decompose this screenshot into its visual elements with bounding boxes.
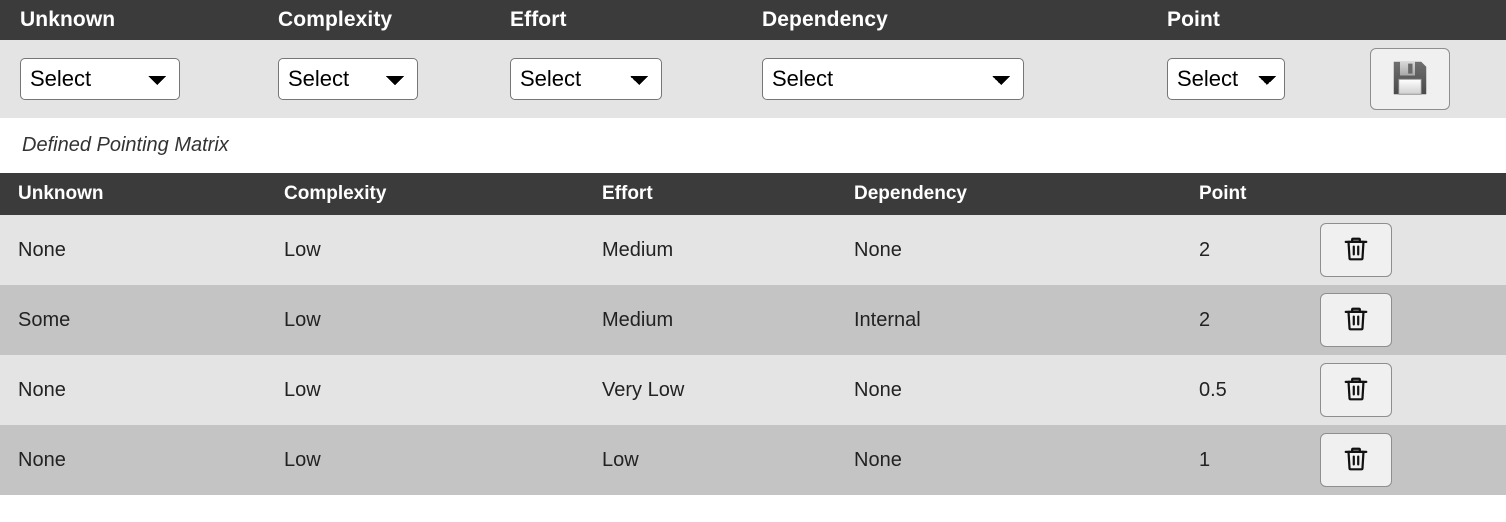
entry-form-header-bar: Unknown Complexity Effort Dependency Poi… (0, 0, 1506, 40)
cell-actions (1320, 285, 1430, 355)
point-select[interactable]: Select (1167, 58, 1285, 100)
matrix-header-point: Point (1199, 183, 1247, 204)
table-row: None Low Low None 1 (0, 425, 1506, 495)
complexity-select-wrap: Select (278, 40, 498, 118)
entry-header-point: Point (1167, 8, 1220, 31)
matrix-header-row: Unknown Complexity Effort Dependency Poi… (0, 173, 1506, 215)
cell-effort: Medium (602, 238, 674, 261)
cell-effort: Very Low (602, 378, 685, 401)
matrix-body: None Low Medium None 2 Some Low Medium I… (0, 215, 1506, 495)
cell-complexity: Low (284, 238, 321, 261)
matrix-header-complexity: Complexity (284, 183, 387, 204)
delete-row-button[interactable] (1320, 223, 1392, 277)
cell-dependency: None (854, 238, 902, 261)
delete-row-button[interactable] (1320, 433, 1392, 487)
delete-row-button[interactable] (1320, 363, 1392, 417)
matrix-header-effort: Effort (602, 183, 653, 204)
cell-actions (1320, 425, 1430, 495)
cell-effort: Low (602, 448, 639, 471)
trash-can-icon (1342, 235, 1370, 266)
cell-point: 2 (1199, 238, 1211, 261)
delete-row-button[interactable] (1320, 293, 1392, 347)
table-row: None Low Medium None 2 (0, 215, 1506, 285)
entry-header-effort: Effort (510, 8, 567, 31)
effort-select[interactable]: Select (510, 58, 662, 100)
unknown-select-wrap: Select (20, 40, 270, 118)
save-button-wrap (1370, 40, 1470, 118)
cell-unknown: None (18, 448, 66, 471)
entry-header-unknown: Unknown (20, 8, 116, 31)
cell-complexity: Low (284, 448, 321, 471)
pointing-entry-form: Unknown Complexity Effort Dependency Poi… (0, 0, 1506, 118)
cell-effort: Medium (602, 308, 674, 331)
trash-can-icon (1342, 375, 1370, 406)
cell-unknown: None (18, 378, 66, 401)
defined-pointing-matrix-table: Unknown Complexity Effort Dependency Poi… (0, 173, 1506, 495)
complexity-select[interactable]: Select (278, 58, 418, 100)
save-floppy-disk-icon (1390, 58, 1430, 101)
cell-dependency: Internal (854, 308, 921, 331)
entry-header-dependency: Dependency (762, 8, 888, 31)
cell-unknown: None (18, 238, 66, 261)
cell-actions (1320, 355, 1430, 425)
cell-dependency: None (854, 448, 902, 471)
effort-select-wrap: Select (510, 40, 750, 118)
trash-can-icon (1342, 305, 1370, 336)
cell-unknown: Some (18, 308, 71, 331)
save-button[interactable] (1370, 48, 1450, 110)
cell-dependency: None (854, 378, 902, 401)
cell-point: 1 (1199, 448, 1211, 471)
unknown-select[interactable]: Select (20, 58, 180, 100)
matrix-caption-text: Defined Pointing Matrix (22, 134, 229, 156)
cell-point: 0.5 (1199, 378, 1227, 401)
matrix-header-dependency: Dependency (854, 183, 967, 204)
matrix-caption: Defined Pointing Matrix (0, 118, 1506, 173)
entry-form-controls-row: Select Select Select Select Select (0, 40, 1506, 118)
dependency-select-wrap: Select (762, 40, 1157, 118)
entry-header-complexity: Complexity (278, 8, 393, 31)
trash-can-icon (1342, 445, 1370, 476)
table-row: Some Low Medium Internal 2 (0, 285, 1506, 355)
matrix-header-unknown: Unknown (18, 183, 104, 204)
dependency-select[interactable]: Select (762, 58, 1024, 100)
cell-complexity: Low (284, 378, 321, 401)
cell-point: 2 (1199, 308, 1211, 331)
point-select-wrap: Select (1167, 40, 1357, 118)
table-row: None Low Very Low None 0.5 (0, 355, 1506, 425)
cell-complexity: Low (284, 308, 321, 331)
cell-actions (1320, 215, 1430, 285)
